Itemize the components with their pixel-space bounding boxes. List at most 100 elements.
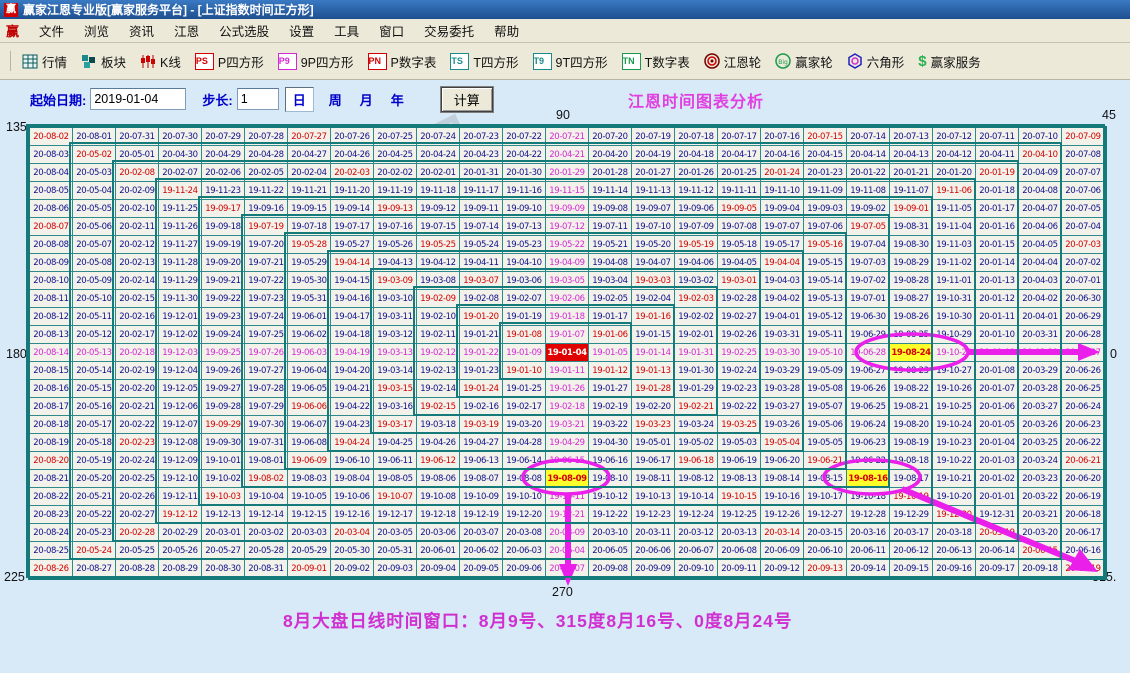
grid-cell-date[interactable]: 19-02-04 — [632, 290, 675, 308]
grid-cell-date[interactable]: 20-05-19 — [73, 452, 116, 470]
grid-cell-date[interactable]: 19-04-05 — [718, 254, 761, 272]
grid-cell-date[interactable]: 19-06-02 — [288, 326, 331, 344]
grid-cell-date[interactable]: 20-02-12 — [116, 236, 159, 254]
grid-cell-date[interactable]: 20-09-07 — [546, 560, 589, 578]
grid-cell-date[interactable]: 20-03-20 — [1019, 524, 1062, 542]
grid-cell-date[interactable]: 19-08-24 — [890, 344, 933, 362]
grid-cell-date[interactable]: 19-01-15 — [632, 326, 675, 344]
grid-cell-date[interactable]: 19-01-13 — [632, 362, 675, 380]
grid-cell-date[interactable]: 19-12-28 — [847, 506, 890, 524]
grid-cell-date[interactable]: 20-01-31 — [460, 164, 503, 182]
grid-cell-date[interactable]: 19-10-19 — [890, 488, 933, 506]
grid-cell-date[interactable]: 20-02-21 — [116, 398, 159, 416]
grid-cell-date[interactable]: 19-08-18 — [890, 452, 933, 470]
grid-cell-date[interactable]: 19-10-11 — [546, 488, 589, 506]
grid-cell-date[interactable]: 19-02-06 — [546, 290, 589, 308]
period-week-button[interactable]: 周 — [329, 90, 342, 109]
grid-cell-date[interactable]: 19-06-03 — [288, 344, 331, 362]
grid-cell-date[interactable]: 20-04-15 — [804, 146, 847, 164]
grid-cell-date[interactable]: 19-12-20 — [503, 506, 546, 524]
grid-cell-date[interactable]: 19-03-04 — [589, 272, 632, 290]
grid-cell-date[interactable]: 20-02-16 — [116, 308, 159, 326]
toolbar-p-table-button[interactable]: PN P数字表 — [368, 52, 437, 71]
grid-cell-date[interactable]: 19-11-30 — [159, 290, 202, 308]
grid-cell-date[interactable]: 20-05-01 — [116, 146, 159, 164]
grid-cell-date[interactable]: 20-04-01 — [1019, 308, 1062, 326]
grid-cell-date[interactable]: 20-08-14 — [30, 344, 73, 362]
grid-cell-date[interactable]: 20-01-21 — [890, 164, 933, 182]
grid-cell-date[interactable]: 20-05-10 — [73, 290, 116, 308]
grid-cell-date[interactable]: 19-05-16 — [804, 236, 847, 254]
grid-cell-date[interactable]: 19-09-16 — [245, 200, 288, 218]
grid-cell-date[interactable]: 19-12-02 — [159, 326, 202, 344]
grid-cell-date[interactable]: 19-02-13 — [417, 362, 460, 380]
grid-cell-date[interactable]: 19-10-21 — [933, 470, 976, 488]
grid-cell-date[interactable]: 19-06-08 — [288, 434, 331, 452]
grid-cell-date[interactable]: 20-04-16 — [761, 146, 804, 164]
toolbar-gann-wheel-button[interactable]: 江恩轮 — [704, 52, 762, 71]
grid-cell-date[interactable]: 20-09-02 — [331, 560, 374, 578]
grid-cell-date[interactable]: 20-09-16 — [933, 560, 976, 578]
grid-cell-date[interactable]: 20-08-01 — [73, 128, 116, 146]
grid-cell-date[interactable]: 20-09-19 — [1062, 560, 1105, 578]
grid-cell-date[interactable]: 19-12-23 — [632, 506, 675, 524]
grid-cell-date[interactable]: 19-06-25 — [847, 398, 890, 416]
menu-item-browse[interactable]: 浏览 — [74, 19, 119, 42]
grid-cell-date[interactable]: 19-05-26 — [374, 236, 417, 254]
grid-cell-date[interactable]: 20-02-28 — [116, 524, 159, 542]
grid-cell-date[interactable]: 19-01-26 — [546, 380, 589, 398]
grid-cell-date[interactable]: 19-02-14 — [417, 380, 460, 398]
grid-cell-date[interactable]: 19-09-20 — [202, 254, 245, 272]
grid-cell-date[interactable]: 20-02-08 — [116, 164, 159, 182]
grid-cell-date[interactable]: 20-02-20 — [116, 380, 159, 398]
grid-cell-date[interactable]: 20-07-08 — [1062, 146, 1105, 164]
grid-cell-date[interactable]: 20-08-17 — [30, 398, 73, 416]
grid-cell-date[interactable]: 19-01-04 — [546, 344, 589, 362]
grid-cell-date[interactable]: 19-04-12 — [417, 254, 460, 272]
grid-cell-date[interactable]: 19-09-26 — [202, 362, 245, 380]
grid-cell-date[interactable]: 19-03-12 — [374, 326, 417, 344]
grid-cell-date[interactable]: 20-01-08 — [976, 362, 1019, 380]
grid-cell-date[interactable]: 20-06-09 — [761, 542, 804, 560]
grid-cell-date[interactable]: 20-06-06 — [632, 542, 675, 560]
grid-cell-date[interactable]: 19-03-30 — [761, 344, 804, 362]
grid-cell-date[interactable]: 20-01-14 — [976, 254, 1019, 272]
grid-cell-date[interactable]: 19-11-18 — [417, 182, 460, 200]
grid-cell-date[interactable]: 19-03-23 — [632, 416, 675, 434]
menu-item-help[interactable]: 帮助 — [484, 19, 529, 42]
grid-cell-date[interactable]: 20-01-19 — [976, 164, 1019, 182]
grid-cell-date[interactable]: 19-08-30 — [890, 236, 933, 254]
grid-cell-date[interactable]: 19-03-22 — [589, 416, 632, 434]
grid-cell-date[interactable]: 19-07-20 — [245, 236, 288, 254]
grid-cell-date[interactable]: 19-08-08 — [503, 470, 546, 488]
grid-cell-date[interactable]: 20-02-13 — [116, 254, 159, 272]
grid-cell-date[interactable]: 20-03-25 — [1019, 434, 1062, 452]
grid-cell-date[interactable]: 19-07-17 — [331, 218, 374, 236]
grid-cell-date[interactable]: 19-02-17 — [503, 398, 546, 416]
grid-cell-date[interactable]: 19-04-03 — [761, 272, 804, 290]
grid-cell-date[interactable]: 19-04-01 — [761, 308, 804, 326]
grid-cell-date[interactable]: 20-03-17 — [890, 524, 933, 542]
grid-cell-date[interactable]: 19-05-10 — [804, 344, 847, 362]
grid-cell-date[interactable]: 20-02-15 — [116, 290, 159, 308]
grid-cell-date[interactable]: 19-05-22 — [546, 236, 589, 254]
grid-cell-date[interactable]: 20-07-28 — [245, 128, 288, 146]
grid-cell-date[interactable]: 20-04-21 — [546, 146, 589, 164]
grid-cell-date[interactable]: 19-08-22 — [890, 380, 933, 398]
grid-cell-date[interactable]: 20-01-20 — [933, 164, 976, 182]
grid-cell-date[interactable]: 20-07-14 — [847, 128, 890, 146]
grid-cell-date[interactable]: 19-10-26 — [933, 380, 976, 398]
grid-cell-date[interactable]: 19-10-16 — [761, 488, 804, 506]
grid-cell-date[interactable]: 19-08-31 — [890, 218, 933, 236]
grid-cell-date[interactable]: 19-11-10 — [761, 182, 804, 200]
grid-cell-date[interactable]: 19-01-05 — [589, 344, 632, 362]
grid-cell-date[interactable]: 19-12-01 — [159, 308, 202, 326]
grid-cell-date[interactable]: 19-11-04 — [933, 218, 976, 236]
grid-cell-date[interactable]: 19-10-29 — [933, 326, 976, 344]
grid-cell-date[interactable]: 19-03-27 — [761, 398, 804, 416]
grid-cell-date[interactable]: 19-01-16 — [632, 308, 675, 326]
grid-cell-date[interactable]: 19-09-01 — [890, 200, 933, 218]
grid-cell-date[interactable]: 19-10-23 — [933, 434, 976, 452]
toolbar-kline-button[interactable]: K线 — [140, 52, 181, 71]
grid-cell-date[interactable]: 19-04-26 — [417, 434, 460, 452]
